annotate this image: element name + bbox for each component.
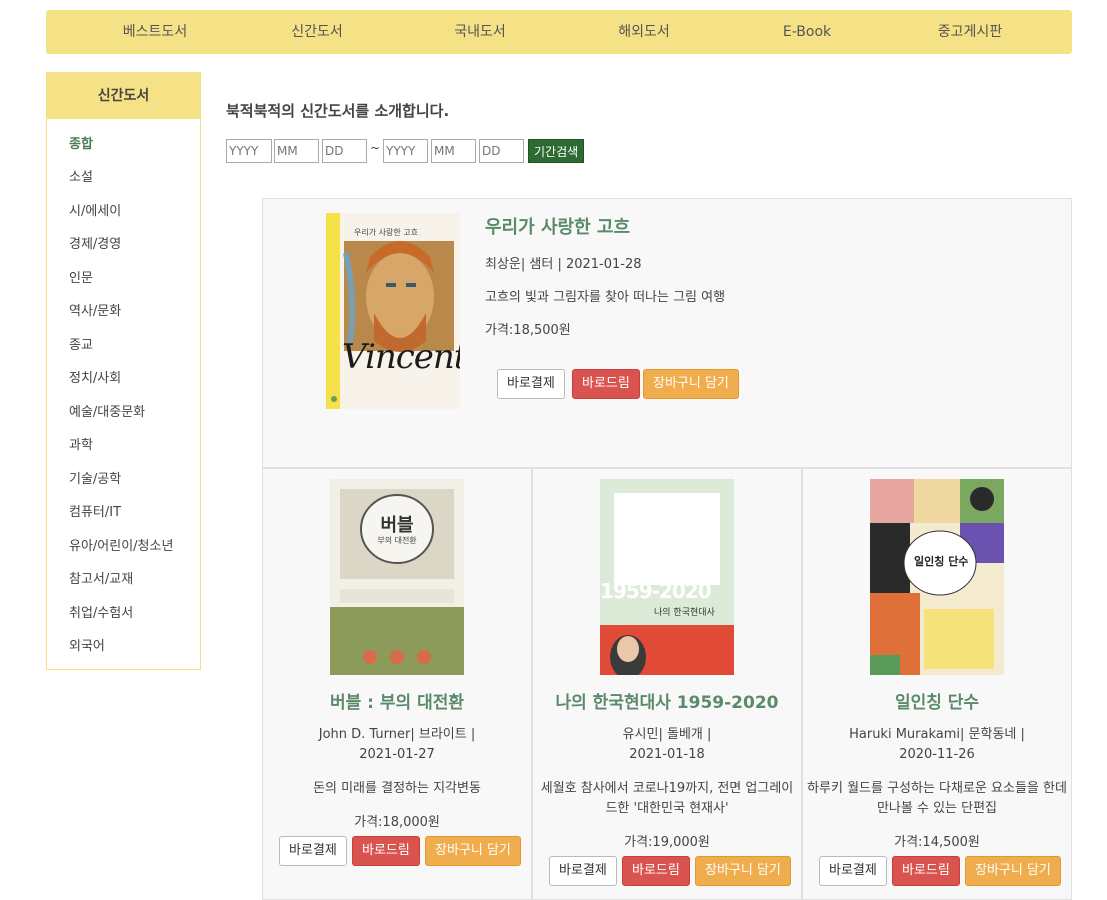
category-item-poetry-essay[interactable]: 시/에세이 — [69, 200, 121, 219]
period-search-button[interactable]: 기간검색 — [528, 139, 585, 163]
featured-title[interactable]: 우리가 사랑한 고흐 — [485, 213, 630, 239]
quick-gift-button[interactable]: 바로드림 — [622, 856, 690, 886]
top-nav: 베스트도서 신간도서 국내도서 해외도서 E-Book 중고게시판 — [46, 10, 1072, 54]
category-item-economy[interactable]: 경제/경영 — [69, 233, 121, 252]
book-card: 버블 부의 대전환 버블 : 부의 대전환 John D. Turner| 브라… — [262, 468, 532, 900]
book-title[interactable]: 버블 : 부의 대전환 — [263, 688, 531, 713]
history-cover-art — [600, 479, 734, 675]
featured-price: 가격:18,500원 — [485, 323, 571, 338]
category-item-humanities[interactable]: 인문 — [69, 267, 93, 286]
book-author: 유시민| 돌베개 | — [622, 727, 712, 742]
buy-now-button[interactable]: 바로결제 — [819, 856, 887, 886]
featured-description: 고흐의 빛과 그림자를 찾아 떠나는 그림 여행 — [485, 290, 726, 305]
category-item-exam[interactable]: 취업/수험서 — [69, 602, 133, 621]
quick-gift-button[interactable]: 바로드림 — [572, 369, 640, 399]
nav-ebook[interactable]: E-Book — [783, 10, 831, 54]
category-item-novel[interactable]: 소설 — [69, 166, 93, 185]
book-cover-image[interactable]: 1959-2020 나의 한국현대사 — [600, 479, 734, 675]
book-date: 2020-11-26 — [899, 747, 975, 762]
category-item-children[interactable]: 유아/어린이/청소년 — [69, 535, 173, 554]
nav-foreign-books[interactable]: 해외도서 — [618, 10, 670, 54]
category-item-politics[interactable]: 정치/사회 — [69, 367, 121, 386]
book-author: John D. Turner| 브라이트 | — [318, 727, 476, 742]
cover-title-text: 일인칭 단수 — [914, 555, 969, 568]
book-date: 2021-01-18 — [629, 747, 705, 762]
nav-used-board[interactable]: 중고게시판 — [938, 10, 1002, 54]
add-to-cart-button[interactable]: 장바구니 담기 — [425, 836, 521, 866]
murakami-cover-art — [870, 479, 1004, 675]
cover-subtitle-text: 부의 대전환 — [377, 536, 417, 545]
book-title[interactable]: 나의 한국현대사 1959-2020 — [533, 688, 801, 713]
to-month-input[interactable] — [431, 139, 476, 163]
nav-bestseller[interactable]: 베스트도서 — [123, 10, 187, 54]
cover-year-text: 1959-2020 — [600, 579, 712, 603]
book-description: 세월호 참사에서 코로나19까지, 전면 업그레이드한 '대한민국 현재사' — [540, 781, 794, 816]
category-item-arts[interactable]: 예술/대중문화 — [69, 401, 145, 420]
cover-title-text: 우리가 사랑한 고흐 — [354, 228, 418, 237]
book-card: 1959-2020 나의 한국현대사 나의 한국현대사 1959-2020 유시… — [532, 468, 802, 900]
add-to-cart-button[interactable]: 장바구니 담기 — [695, 856, 791, 886]
page-intro: 북적북적의 신간도서를 소개합니다. — [226, 102, 450, 120]
category-item-engineering[interactable]: 기술/공학 — [69, 468, 121, 487]
add-to-cart-button[interactable]: 장바구니 담기 — [965, 856, 1061, 886]
from-year-input[interactable] — [226, 139, 272, 163]
bubble-cover-art — [330, 479, 464, 675]
book-price: 가격:19,000원 — [624, 835, 710, 850]
book-cover-image[interactable]: 우리가 사랑한 고흐 Vincent — [326, 213, 460, 409]
date-range-separator: ~ — [370, 141, 381, 155]
book-card: 일인칭 단수 일인칭 단수 Haruki Murakami| 문학동네 | 20… — [802, 468, 1072, 900]
to-day-input[interactable] — [479, 139, 524, 163]
to-year-input[interactable] — [383, 139, 428, 163]
cover-title-text: 버블 — [380, 515, 414, 536]
gogh-cover-art — [326, 213, 460, 409]
featured-book: 우리가 사랑한 고흐 Vincent 우리가 사랑한 고흐 최상운| 샘터 | … — [262, 198, 1072, 468]
category-item-reference[interactable]: 참고서/교재 — [69, 568, 133, 587]
book-date: 2021-01-27 — [359, 747, 435, 762]
quick-gift-button[interactable]: 바로드림 — [892, 856, 960, 886]
featured-meta: 최상운| 샘터 | 2021-01-28 — [485, 257, 642, 272]
nav-domestic-books[interactable]: 국내도서 — [454, 10, 506, 54]
category-item-religion[interactable]: 종교 — [69, 334, 93, 353]
category-item-computer[interactable]: 컴퓨터/IT — [69, 501, 121, 520]
book-author: Haruki Murakami| 문학동네 | — [849, 727, 1025, 742]
category-item-all[interactable]: 종합 — [69, 133, 93, 152]
sidebar-title: 신간도서 — [47, 73, 200, 119]
buy-now-button[interactable]: 바로결제 — [497, 369, 565, 399]
book-cover-image[interactable]: 버블 부의 대전환 — [330, 479, 464, 675]
book-description: 돈의 미래를 결정하는 지각변동 — [313, 781, 481, 796]
book-description: 하루키 월드를 구성하는 다채로운 요소들을 한데 만나볼 수 있는 단편집 — [807, 781, 1067, 816]
book-price: 가격:18,000원 — [354, 815, 440, 830]
cover-script-text: Vincent — [342, 337, 460, 377]
cover-subtitle-text: 나의 한국현대사 — [654, 608, 715, 618]
category-item-science[interactable]: 과학 — [69, 434, 93, 453]
nav-new-books[interactable]: 신간도서 — [291, 10, 343, 54]
category-item-foreign-language[interactable]: 외국어 — [69, 635, 105, 654]
quick-gift-button[interactable]: 바로드림 — [352, 836, 420, 866]
buy-now-button[interactable]: 바로결제 — [279, 836, 347, 866]
book-title[interactable]: 일인칭 단수 — [803, 688, 1071, 713]
category-item-history[interactable]: 역사/문화 — [69, 300, 121, 319]
buy-now-button[interactable]: 바로결제 — [549, 856, 617, 886]
book-cover-image[interactable]: 일인칭 단수 — [870, 479, 1004, 675]
add-to-cart-button[interactable]: 장바구니 담기 — [643, 369, 739, 399]
from-month-input[interactable] — [274, 139, 319, 163]
from-day-input[interactable] — [322, 139, 367, 163]
book-price: 가격:14,500원 — [894, 835, 980, 850]
category-sidebar: 신간도서 종합 소설 시/에세이 경제/경영 인문 역사/문화 종교 정치/사회… — [46, 72, 201, 670]
